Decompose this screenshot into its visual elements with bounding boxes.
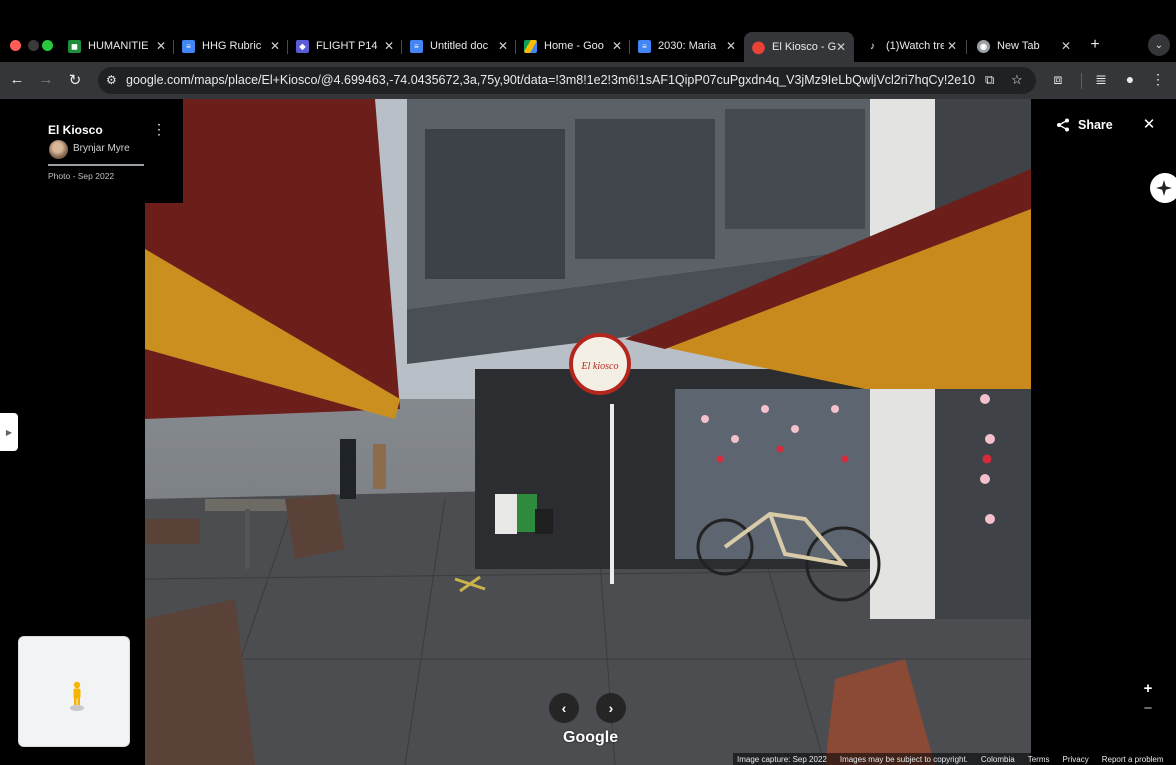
panorama-image: El kiosco: [145, 99, 1031, 765]
google-logo: Google: [563, 729, 619, 746]
tab-title: FLIGHT P14: [316, 40, 378, 52]
new-tab-button[interactable]: +: [1087, 36, 1103, 54]
image-capture-date: Image capture: Sep 2022: [737, 754, 827, 764]
minimap[interactable]: [18, 636, 130, 747]
more-options-icon[interactable]: ⋮: [152, 121, 166, 138]
window-close-button[interactable]: [10, 40, 21, 51]
browser-tab-strip: ◼ HUMANITIE ✕ ≡ HHG Rubric ✕ ◆ FLIGHT P1…: [0, 0, 1176, 62]
shield-icon: ◆: [296, 39, 309, 53]
classroom-icon: ◼: [68, 39, 81, 53]
previous-photo-button[interactable]: ‹: [549, 693, 579, 723]
street-view-panorama[interactable]: El kiosco: [145, 99, 1031, 765]
docs-icon: ≡: [410, 39, 423, 53]
tab-close-icon[interactable]: ✕: [610, 39, 624, 53]
browser-tab[interactable]: ◆ FLIGHT P14 ✕: [296, 34, 396, 58]
share-button[interactable]: Share: [1056, 116, 1113, 134]
tab-close-icon[interactable]: ✕: [382, 39, 396, 53]
place-name[interactable]: El Kiosco: [48, 123, 103, 137]
expand-panel-button[interactable]: ▶: [0, 413, 18, 451]
tab-title: HUMANITIE: [88, 40, 149, 52]
tab-close-icon[interactable]: ✕: [1059, 39, 1073, 53]
address-bar[interactable]: ⚙ google.com/maps/place/El+Kiosco/@4.699…: [98, 67, 1036, 94]
photo-navigation: ‹ ›: [549, 693, 628, 727]
forward-arrow-icon[interactable]: →: [37, 71, 55, 88]
browser-tab[interactable]: ◉ New Tab ✕: [977, 34, 1073, 58]
reload-icon[interactable]: ↻: [66, 71, 84, 89]
tab-close-icon[interactable]: ✕: [154, 39, 168, 53]
tab-close-icon[interactable]: ✕: [945, 39, 959, 53]
url-text: google.com/maps/place/El+Kiosco/@4.69946…: [126, 73, 976, 87]
browser-menu-icon[interactable]: ⋮: [1149, 71, 1167, 88]
author-name[interactable]: Brynjar Myre: [73, 143, 130, 154]
tab-title: New Tab: [997, 40, 1040, 52]
back-arrow-icon[interactable]: ←: [8, 71, 26, 88]
tab-title: Untitled doc: [430, 40, 489, 52]
tab-close-icon[interactable]: ✕: [268, 39, 282, 53]
browser-tab[interactable]: ≡ 2030: Maria ✕: [638, 34, 738, 58]
pegman-icon: [70, 681, 84, 711]
chevron-right-icon: ▶: [5, 427, 13, 437]
photo-info-card: El Kiosco ⋮ Brynjar Myre Photo - Sep 202…: [0, 99, 183, 203]
bookmark-star-icon[interactable]: ☆: [1011, 72, 1023, 88]
copyright-notice: Images may be subject to copyright.: [839, 754, 968, 764]
tiktok-icon: ♪: [866, 39, 879, 53]
tab-close-icon[interactable]: ✕: [724, 39, 738, 53]
browser-tab[interactable]: Home - Goo ✕: [524, 34, 624, 58]
tab-close-icon[interactable]: ✕: [834, 40, 848, 54]
browser-tab[interactable]: ≡ HHG Rubric ✕: [182, 34, 282, 58]
tab-search-button[interactable]: ⌄: [1148, 34, 1170, 56]
country-label[interactable]: Colombia: [981, 755, 1015, 764]
ai-assist-button[interactable]: [1150, 173, 1176, 203]
tab-title: 2030: Maria: [658, 40, 717, 52]
browser-toolbar: ← → ↻ ⚙ google.com/maps/place/El+Kiosco/…: [0, 62, 1176, 99]
store-sign-text: El kiosco: [581, 361, 619, 372]
profile-icon[interactable]: ●: [1121, 71, 1139, 87]
report-problem-link[interactable]: Report a problem: [1102, 755, 1164, 764]
browser-tab[interactable]: ♪ (1)Watch tre ✕: [866, 34, 959, 58]
close-viewer-button[interactable]: ✕: [1141, 115, 1157, 133]
browser-tab-active[interactable]: ⬤ El Kiosco - G ✕: [744, 32, 854, 62]
docs-icon: ≡: [638, 39, 651, 53]
chevron-right-icon: ›: [608, 700, 614, 716]
tab-close-icon[interactable]: ✕: [496, 39, 510, 53]
zoom-out-button[interactable]: −: [1141, 700, 1155, 717]
tab-title: HHG Rubric: [202, 40, 262, 52]
photo-date: Photo - Sep 2022: [48, 171, 115, 181]
next-photo-button[interactable]: ›: [596, 693, 626, 723]
tab-title: Home - Goo: [544, 40, 604, 52]
extensions-icon[interactable]: ⧈: [1049, 71, 1067, 88]
privacy-link[interactable]: Privacy: [1062, 755, 1088, 764]
install-app-icon[interactable]: ⧉: [985, 72, 994, 88]
tab-title: (1)Watch tre: [886, 40, 944, 52]
browser-tab[interactable]: ◼ HUMANITIE ✕: [68, 34, 168, 58]
author-avatar[interactable]: [49, 140, 68, 159]
attribution-bar: Image capture: Sep 2022 Images may be su…: [733, 753, 1172, 765]
maps-icon: ⬤: [751, 40, 766, 54]
browser-tab[interactable]: ≡ Untitled doc ✕: [410, 34, 510, 58]
share-icon: [1057, 118, 1069, 132]
window-zoom-button[interactable]: [42, 40, 53, 51]
drive-icon: [524, 39, 537, 53]
photo-viewer: El kiosco El Kiosco ⋮ Brynjar Myre Photo…: [0, 99, 1176, 765]
zoom-in-button[interactable]: +: [1141, 680, 1155, 697]
progress-divider: [48, 164, 144, 166]
docs-icon: ≡: [182, 39, 195, 53]
site-info-icon[interactable]: ⚙: [106, 73, 117, 87]
close-icon: ✕: [1142, 116, 1156, 133]
chrome-icon: ◉: [977, 39, 990, 53]
share-label: Share: [1078, 118, 1113, 132]
window-minimize-button[interactable]: [28, 40, 39, 51]
media-controls-icon[interactable]: ≣: [1092, 71, 1110, 88]
sparkle-icon: [1156, 180, 1172, 196]
chevron-left-icon: ‹: [561, 700, 567, 716]
terms-link[interactable]: Terms: [1028, 755, 1050, 764]
